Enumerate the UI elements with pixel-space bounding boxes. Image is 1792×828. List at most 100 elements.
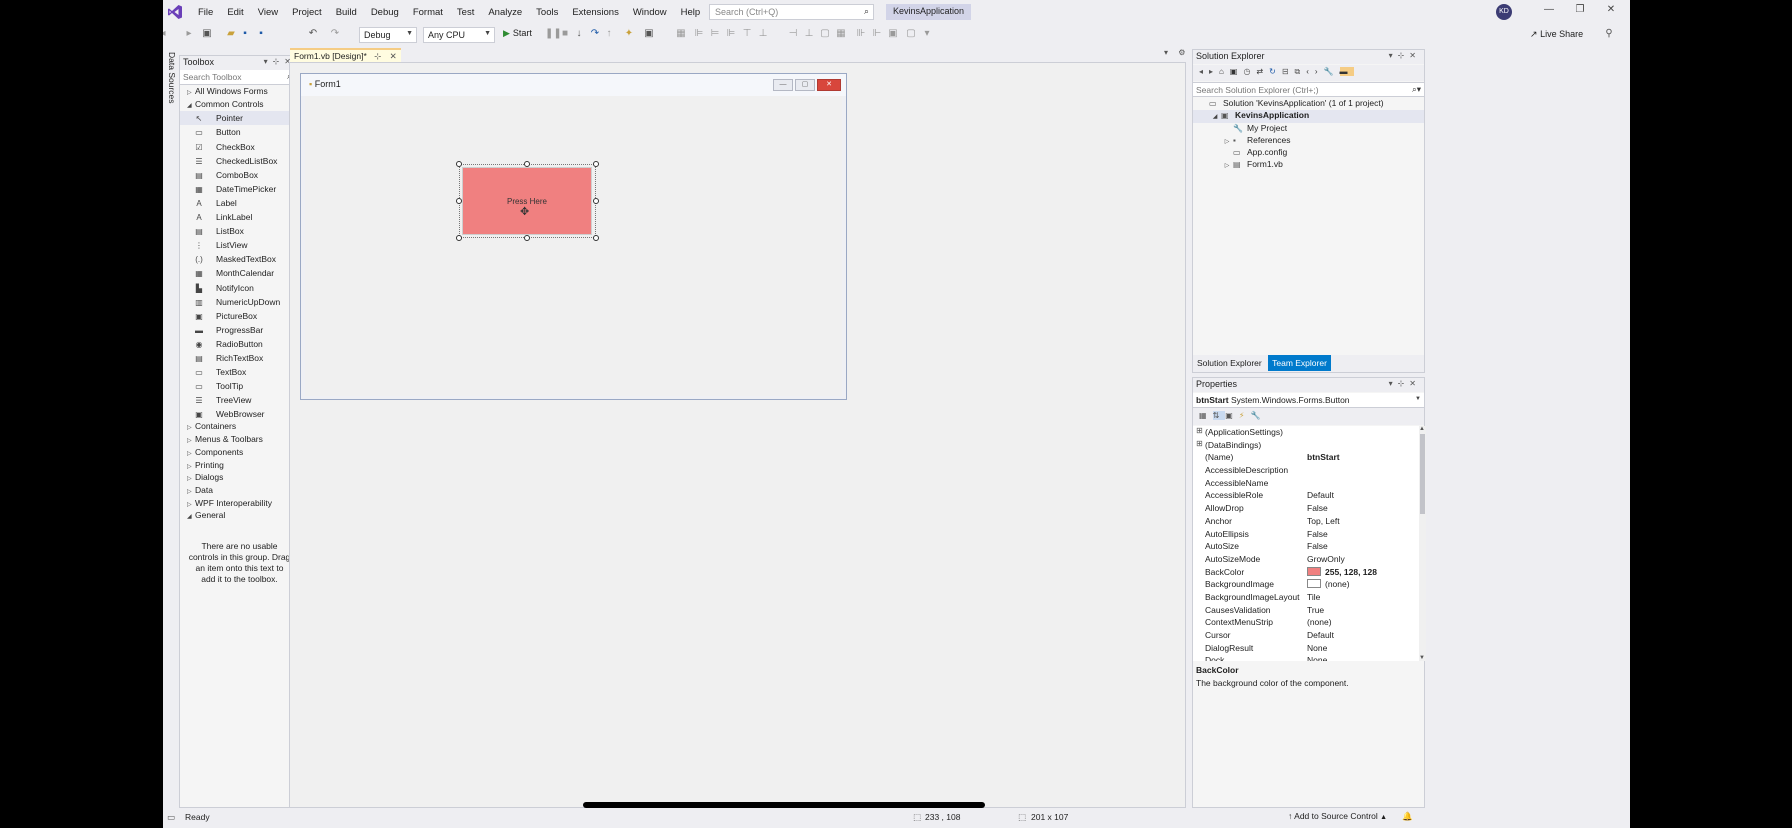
toolbox-category[interactable]: ▷ WPF Interoperability (180, 498, 299, 511)
panel-controls-icon[interactable]: ▾⊹✕ (1389, 379, 1421, 388)
collapsed-triangle-icon[interactable]: ▷ (187, 463, 195, 470)
switch-views-icon[interactable]: ▣ (1230, 67, 1244, 76)
object-selector[interactable]: btnStart System.Windows.Forms.Button ▼ (1193, 393, 1424, 408)
tab-team-explorer[interactable]: Team Explorer (1268, 355, 1331, 371)
property-row[interactable]: BackgroundImage (none) (1193, 578, 1419, 591)
start-button[interactable]: ▶ Start (503, 28, 532, 39)
menu-view[interactable]: View (251, 7, 285, 18)
toolbox-item[interactable]: ▤ RichTextBox (180, 351, 299, 365)
property-row[interactable]: AllowDrop False (1193, 502, 1419, 515)
bring-to-front-icon[interactable]: ▣ (887, 28, 899, 40)
property-value[interactable]: Top, Left (1307, 516, 1340, 526)
toolbox-item[interactable]: ▦ MonthCalendar (180, 266, 299, 280)
show-all-files-icon[interactable]: ⧉ (1295, 67, 1307, 76)
toolbox-item[interactable]: ▣ PictureBox (180, 309, 299, 323)
property-value[interactable]: True (1307, 605, 1324, 615)
resize-handle-sw[interactable] (456, 235, 462, 241)
property-row[interactable]: CausesValidation True (1193, 604, 1419, 617)
send-to-back-icon[interactable]: ▢ (905, 28, 917, 40)
toolbox-category[interactable]: ▷ Components (180, 447, 299, 460)
toolbox-category[interactable]: ▷ Menus & Toolbars (180, 434, 299, 447)
property-value[interactable]: Default (1307, 630, 1334, 640)
menu-project[interactable]: Project (285, 7, 329, 18)
solution-tree-node[interactable]: ▷ ▤ Form1.vb (1193, 159, 1424, 171)
menu-analyze[interactable]: Analyze (481, 7, 529, 18)
toolbox-item[interactable]: ▭ Button (180, 125, 299, 139)
collapsed-triangle-icon[interactable]: ▷ (187, 450, 195, 457)
solution-tree-node[interactable]: ▷ ▪ References (1193, 135, 1424, 147)
property-value[interactable]: btnStart (1307, 452, 1340, 462)
add-to-source-control-button[interactable]: ↑ Add to Source Control ▲ (1288, 811, 1387, 821)
menu-format[interactable]: Format (406, 7, 450, 18)
size-to-grid-icon[interactable]: ▦ (835, 28, 847, 40)
property-row[interactable]: AccessibleRole Default (1193, 489, 1419, 502)
tab-form1-design[interactable]: Form1.vb [Design]* ⊹ ✕ (290, 48, 401, 63)
toolbox-category[interactable]: ▷ Data (180, 485, 299, 498)
notifications-icon[interactable]: 🔔 (1402, 811, 1413, 822)
property-value[interactable]: GrowOnly (1307, 554, 1345, 564)
property-row[interactable]: Anchor Top, Left (1193, 515, 1419, 528)
forward-icon[interactable]: ▸ (1209, 67, 1219, 76)
solution-explorer-search-input[interactable]: Search Solution Explorer (Ctrl+;) ⌕▾ (1193, 82, 1424, 97)
new-project-icon[interactable]: ▣ (201, 28, 213, 40)
toolbox-item[interactable]: ☰ TreeView (180, 393, 299, 407)
avatar[interactable]: KD (1496, 4, 1512, 20)
toolbox-category[interactable]: ▷ Dialogs (180, 472, 299, 485)
scroll-up-icon[interactable]: ▲ (1419, 426, 1425, 432)
property-row[interactable]: DialogResult None (1193, 642, 1419, 655)
resize-handle-ne[interactable] (593, 161, 599, 167)
expanded-triangle-icon[interactable]: ◢ (187, 513, 195, 520)
minimize-icon[interactable]: — (1539, 4, 1559, 20)
toolbox-item[interactable]: ▤ ListBox (180, 224, 299, 238)
property-row[interactable]: ⊞ (ApplicationSettings) (1193, 426, 1419, 439)
align-tops-icon[interactable]: ⊤ (741, 28, 753, 40)
collapsed-triangle-icon[interactable]: ▷ (187, 488, 195, 495)
menu-build[interactable]: Build (329, 7, 364, 18)
overflow-icon[interactable]: ▾ (921, 28, 933, 40)
open-folder-icon[interactable]: ▰ (225, 28, 237, 40)
pause-icon[interactable]: ❚❚ (545, 28, 562, 40)
alphabetical-icon[interactable]: ⇅ (1212, 411, 1226, 420)
view-code-icon[interactable]: ‹› (1306, 67, 1323, 76)
sync-icon[interactable]: ⇄ (1256, 67, 1269, 76)
toolbox-item[interactable]: A LinkLabel (180, 210, 299, 224)
toolbox-item[interactable]: (.) MaskedTextBox (180, 252, 299, 266)
collapsed-triangle-icon[interactable]: ▷ (187, 437, 195, 444)
stop-icon[interactable]: ■ (559, 28, 571, 40)
align-middles-icon[interactable]: ⊥ (757, 28, 769, 40)
toolbox-category[interactable]: ◢ Common Controls (180, 99, 299, 112)
data-sources-tab[interactable]: Data Sources (163, 52, 177, 104)
undo-icon[interactable]: ↶ (307, 28, 319, 40)
toolbox-item[interactable]: ◉ RadioButton (180, 337, 299, 351)
scroll-down-icon[interactable]: ▼ (1419, 655, 1425, 661)
pin-icon[interactable]: ⊹ (374, 51, 381, 61)
property-value[interactable]: False (1307, 541, 1328, 551)
close-icon[interactable]: ✕ (1601, 4, 1621, 20)
toolbox-item[interactable]: ⋮ ListView (180, 238, 299, 252)
close-tab-icon[interactable]: ✕ (390, 51, 397, 61)
resize-handle-s[interactable] (524, 235, 530, 241)
property-value[interactable]: Tile (1307, 592, 1320, 602)
property-row[interactable]: ContextMenuStrip (none) (1193, 616, 1419, 629)
solution-tree-node[interactable]: ▭ App.config (1193, 147, 1424, 159)
resize-handle-e[interactable] (593, 198, 599, 204)
property-value[interactable]: Default (1307, 490, 1334, 500)
expand-triangle-icon[interactable]: ▷ (1221, 162, 1233, 169)
toolbox-item[interactable]: ▭ ToolTip (180, 379, 299, 393)
redo-icon[interactable]: ↷ (329, 28, 341, 40)
menu-edit[interactable]: Edit (220, 7, 250, 18)
menu-test[interactable]: Test (450, 7, 481, 18)
toolbox-item[interactable]: ▬ ProgressBar (180, 323, 299, 337)
resize-handle-se[interactable] (593, 235, 599, 241)
collapsed-triangle-icon[interactable]: ▷ (187, 424, 195, 431)
data-sources-strip[interactable]: Data Sources (163, 48, 177, 808)
expanded-triangle-icon[interactable]: ◢ (187, 102, 195, 109)
make-same-size-icon[interactable]: ▢ (819, 28, 831, 40)
back-icon[interactable]: ◂ (163, 28, 169, 40)
toolbox-item[interactable]: ▭ TextBox (180, 365, 299, 379)
property-row[interactable]: AutoSize False (1193, 540, 1419, 553)
property-row[interactable]: Cursor Default (1193, 629, 1419, 642)
align-lefts-icon[interactable]: ⊫ (693, 28, 705, 40)
tab-overflow-icon[interactable]: ▾ ⚙ (1164, 48, 1189, 57)
property-grid-scrollbar[interactable]: ▲ ▼ (1419, 426, 1426, 661)
